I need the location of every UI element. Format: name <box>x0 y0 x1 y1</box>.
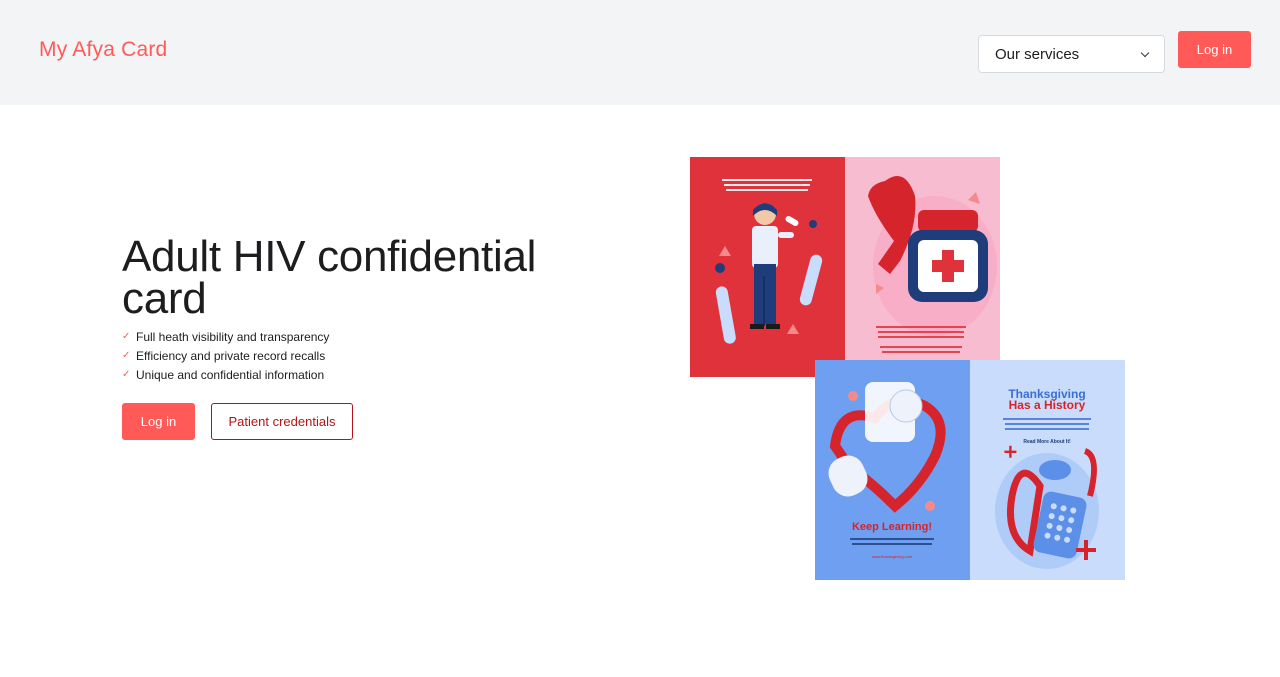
pill-icon <box>925 501 935 511</box>
lorem-text-block <box>1003 418 1091 430</box>
chevron-down-icon <box>1140 48 1150 57</box>
hero-illustration: Keep Learning! www.thanksgiving.com Than… <box>690 157 1125 580</box>
brand-logo[interactable]: My Afya Card <box>39 38 167 62</box>
pill-bottle-cap-icon <box>1039 460 1071 480</box>
feature-list: ✓ Full heath visibility and transparency … <box>122 327 329 384</box>
hero-login-button[interactable]: Log in <box>122 403 195 440</box>
history-heading: Has a History <box>1009 398 1086 412</box>
pill-icon <box>848 391 858 401</box>
services-dropdown-label: Our services <box>995 45 1080 63</box>
site-header: My Afya Card Our services Log in <box>0 0 1280 105</box>
feature-item: ✓ Full heath visibility and transparency <box>122 327 329 346</box>
medicine-jar-icon <box>908 210 988 302</box>
checkmark-icon: ✓ <box>122 350 131 361</box>
read-more-link: Read More About It! <box>1023 439 1071 445</box>
feature-text: Efficiency and private record recalls <box>136 348 326 363</box>
lorem-text-block <box>722 179 812 191</box>
footer-url: www.thanksgiving.com <box>872 554 913 559</box>
hero-title: Adult HIV confidential card <box>122 232 537 323</box>
keep-learning-heading: Keep Learning! <box>852 521 932 533</box>
pill-icon <box>809 220 817 228</box>
feature-text: Unique and confidential information <box>136 367 325 382</box>
feature-item: ✓ Efficiency and private record recalls <box>122 346 329 365</box>
patient-credentials-button[interactable]: Patient credentials <box>211 403 353 440</box>
checkmark-icon: ✓ <box>122 369 131 380</box>
medicine-bottle-icon <box>889 389 923 423</box>
header-login-button[interactable]: Log in <box>1178 31 1251 68</box>
services-dropdown[interactable]: Our services <box>978 35 1165 73</box>
feature-text: Full heath visibility and transparency <box>136 329 330 344</box>
feature-item: ✓ Unique and confidential information <box>122 365 329 384</box>
pill-icon <box>715 263 725 273</box>
checkmark-icon: ✓ <box>122 331 131 342</box>
